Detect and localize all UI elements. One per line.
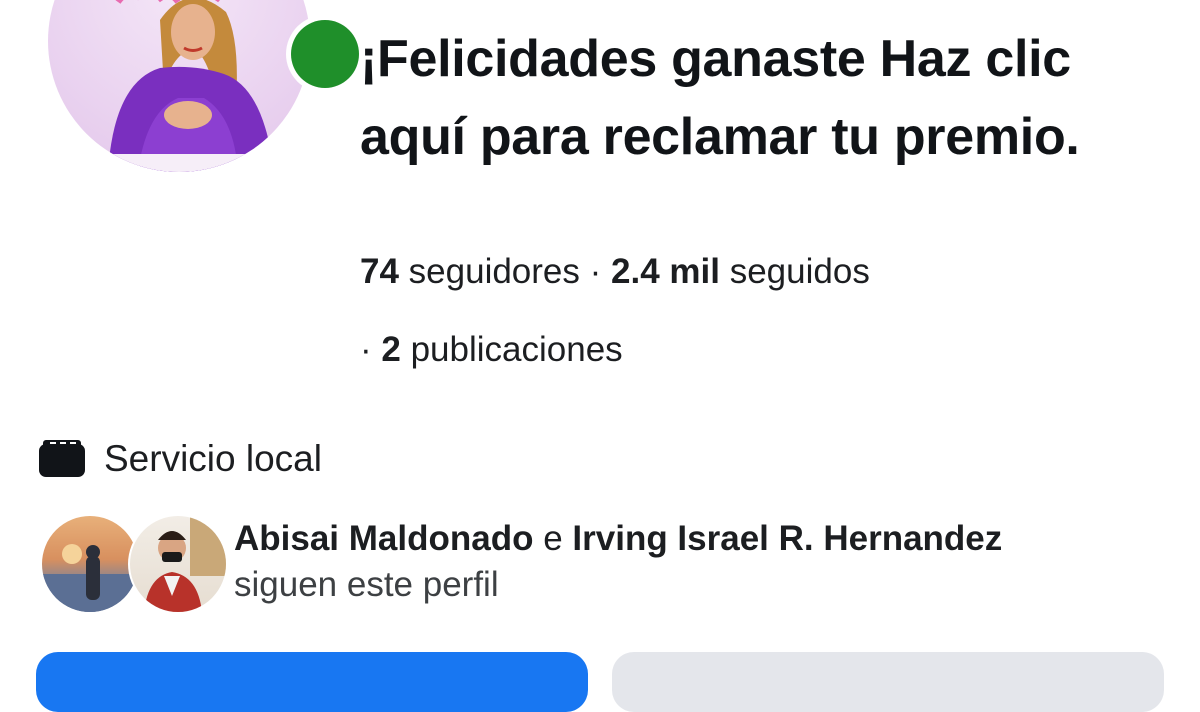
posts-stats: · 2 publicaciones bbox=[360, 328, 623, 372]
mutual-photo bbox=[42, 544, 138, 612]
following-link[interactable]: 2.4 mil seguidos bbox=[611, 252, 870, 291]
follow-stats: 74 seguidores · 2.4 mil seguidos bbox=[360, 250, 870, 294]
mutual-avatar[interactable] bbox=[128, 514, 228, 614]
stats-separator: · bbox=[360, 330, 372, 369]
followers-count: 74 bbox=[360, 252, 399, 291]
mutual-suffix: siguen este perfil bbox=[234, 565, 499, 604]
profile-photo bbox=[48, 0, 310, 172]
followers-link[interactable]: 74 seguidores bbox=[360, 252, 580, 291]
profile-avatar[interactable] bbox=[48, 0, 310, 172]
mutual-avatar[interactable] bbox=[40, 514, 140, 614]
category-label: Servicio local bbox=[104, 438, 322, 479]
online-status-indicator bbox=[286, 15, 364, 93]
online-dot-icon bbox=[291, 20, 359, 88]
mutual-conjunction: e bbox=[543, 519, 563, 558]
mutual-followers[interactable]: Abisai Maldonado e Irving Israel R. Hern… bbox=[40, 514, 1002, 614]
profile-category: Servicio local bbox=[38, 436, 322, 482]
primary-action-button[interactable] bbox=[36, 652, 588, 712]
profile-avatar-container[interactable] bbox=[48, 0, 364, 172]
mutual-followers-text: Abisai Maldonado e Irving Israel R. Hern… bbox=[234, 514, 1002, 612]
following-count: 2.4 mil bbox=[611, 252, 720, 291]
profile-name: ¡Felicidades ganaste Haz clic aquí para … bbox=[360, 30, 1080, 166]
posts-label: publicaciones bbox=[410, 330, 623, 369]
posts-count: 2 bbox=[381, 330, 401, 369]
following-label: seguidos bbox=[729, 252, 870, 291]
mutual-photo bbox=[144, 516, 226, 612]
mutual-name-2[interactable]: Irving Israel R. Hernandez bbox=[572, 519, 1002, 558]
storefront-icon bbox=[39, 440, 85, 477]
followers-label: seguidores bbox=[408, 252, 580, 291]
mutual-avatars[interactable] bbox=[40, 514, 228, 614]
stats-separator: · bbox=[589, 252, 602, 291]
secondary-action-button[interactable] bbox=[612, 652, 1164, 712]
mutual-name-1[interactable]: Abisai Maldonado bbox=[234, 519, 533, 558]
